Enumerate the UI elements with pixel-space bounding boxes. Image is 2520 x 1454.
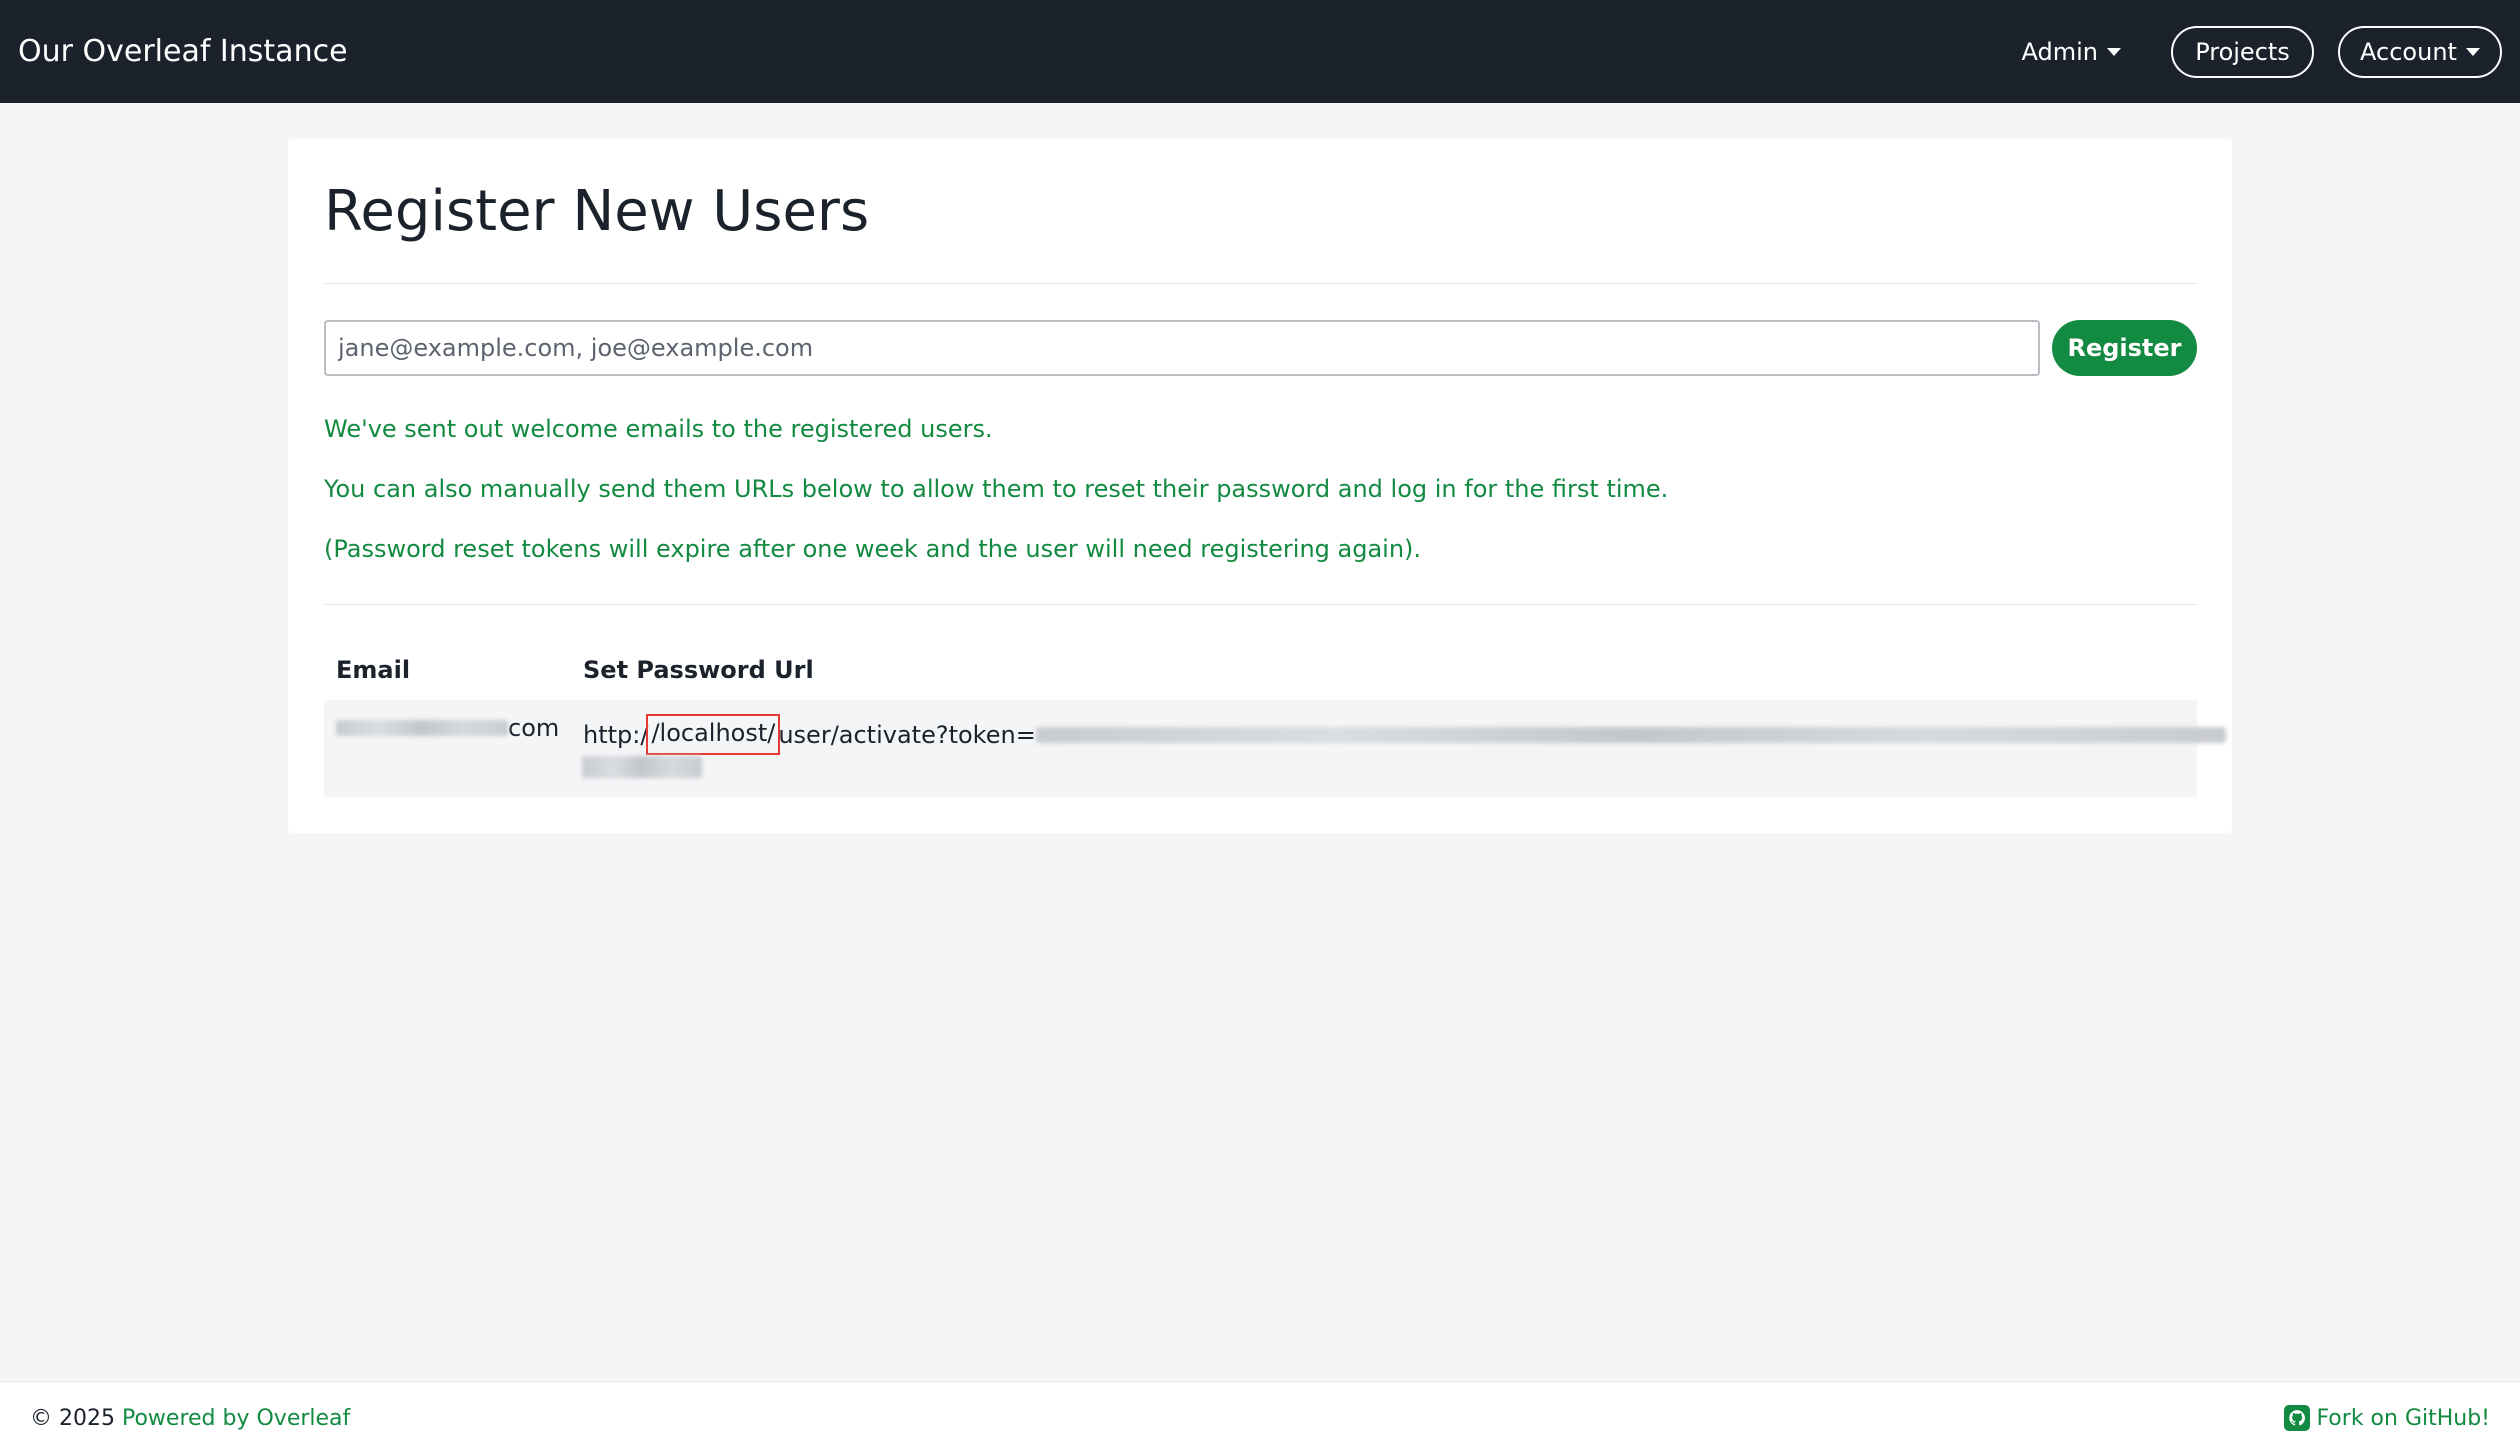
brand-name[interactable]: Our Overleaf Instance (18, 34, 348, 69)
projects-button[interactable]: Projects (2171, 25, 2314, 78)
url-host-highlight: /localhost/ (646, 714, 781, 755)
account-menu-label: Account (2360, 37, 2457, 66)
url-prefix: http:/ (583, 720, 649, 749)
table-row: com http:/ /localhost/ user/activate?tok… (324, 700, 2226, 797)
admin-menu-label: Admin (2021, 37, 2099, 66)
nav-right: Admin Projects Account (2021, 25, 2502, 78)
url-cell[interactable]: http:/ /localhost/ user/activate?token= (583, 714, 2226, 755)
info-message: You can also manually send them URLs bel… (324, 475, 1669, 503)
success-message: We've sent out welcome emails to the reg… (324, 415, 993, 443)
expiry-message: (Password reset tokens will expire after… (324, 535, 1422, 563)
column-header-email: Email (336, 656, 411, 684)
redacted-token (1035, 726, 2226, 743)
footer: © 2025 Powered by Overleaf Fork on GitHu… (0, 1381, 2520, 1454)
url-path: user/activate?token= (778, 720, 1036, 749)
github-icon (2284, 1405, 2311, 1431)
admin-menu[interactable]: Admin (2021, 37, 2121, 66)
divider (324, 283, 2197, 284)
email-cell: com (336, 714, 559, 742)
github-link-label: Fork on GitHub! (2316, 1405, 2490, 1431)
email-input[interactable] (324, 320, 2040, 376)
register-card: Register New Users Register We've sent o… (288, 139, 2232, 833)
register-button[interactable]: Register (2052, 320, 2197, 376)
powered-by-link[interactable]: Powered by Overleaf (122, 1406, 350, 1431)
redacted-email (336, 720, 508, 736)
top-navbar: Our Overleaf Instance Admin Projects Acc… (0, 0, 2520, 103)
email-suffix: com (508, 714, 560, 742)
account-menu[interactable]: Account (2338, 25, 2502, 78)
column-header-url: Set Password Url (583, 656, 814, 684)
divider (324, 604, 2197, 605)
page-title: Register New Users (324, 179, 870, 244)
caret-down-icon (2465, 47, 2480, 56)
caret-down-icon (2107, 47, 2121, 56)
redacted-token-wrap (582, 756, 702, 778)
copyright: © 2025 (30, 1405, 115, 1431)
github-link[interactable]: Fork on GitHub! (2284, 1405, 2490, 1431)
